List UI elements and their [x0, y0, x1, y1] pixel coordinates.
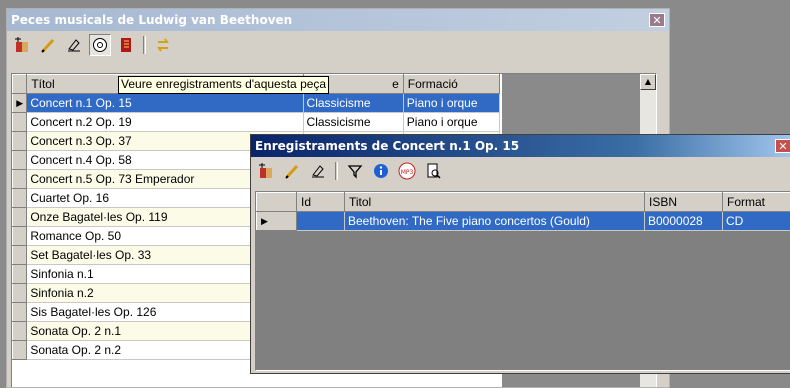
column-header-id[interactable]: Id: [297, 193, 345, 212]
header-indicator: [13, 75, 27, 94]
cell-formation[interactable]: Piano i orque: [403, 94, 499, 113]
preview-icon[interactable]: [422, 160, 444, 182]
recordings-grid[interactable]: Id Titol ISBN Format ▶ Beethoven: The Fi…: [255, 191, 790, 371]
row-indicator-icon: [13, 341, 27, 360]
recordings-header-row: Id Titol ISBN Format: [257, 193, 790, 212]
erase-icon[interactable]: [307, 160, 329, 182]
table-row[interactable]: Concert n.2 Op. 19ClassicismePiano i orq…: [13, 113, 500, 132]
toolbar-separator: [335, 162, 338, 180]
column-header-format[interactable]: Format: [723, 193, 790, 212]
new-icon[interactable]: [11, 34, 33, 56]
row-indicator-icon: ▶: [13, 94, 27, 113]
filter-icon[interactable]: [344, 160, 366, 182]
cell-title[interactable]: Concert n.2 Op. 19: [27, 113, 303, 132]
row-indicator-icon: [13, 132, 27, 151]
recordings-tooltip: Veure enregistraments d'aquesta peça: [118, 76, 329, 94]
recordings-icon[interactable]: [89, 34, 111, 56]
toolbar-separator: [143, 36, 146, 54]
column-header-formation[interactable]: Formació: [403, 75, 499, 94]
table-row[interactable]: ▶Concert n.1 Op. 15ClassicismePiano i or…: [13, 94, 500, 113]
new-icon[interactable]: [255, 160, 277, 182]
recordings-body: ▶ Beethoven: The Five piano concertos (G…: [257, 212, 790, 231]
row-indicator-icon: [13, 246, 27, 265]
main-window-title: Peces musicals de Ludwig van Beethoven: [11, 13, 292, 27]
row-indicator-icon: [13, 322, 27, 341]
scroll-up-icon[interactable]: ▲: [640, 74, 656, 90]
row-indicator-icon: ▶: [257, 212, 297, 231]
row-indicator-icon: [13, 208, 27, 227]
row-indicator-icon: [13, 151, 27, 170]
cell-period[interactable]: Classicisme: [303, 113, 403, 132]
book-icon[interactable]: [115, 34, 137, 56]
recordings-window-title: Enregistraments de Concert n.1 Op. 15: [255, 139, 519, 153]
column-header-titol[interactable]: Titol: [345, 193, 645, 212]
erase-icon[interactable]: [63, 34, 85, 56]
row-indicator-icon: [13, 189, 27, 208]
recordings-window-titlebar[interactable]: Enregistraments de Concert n.1 Op. 15 ✕: [251, 135, 790, 157]
row-indicator-icon: [13, 113, 27, 132]
recordings-table: Id Titol ISBN Format ▶ Beethoven: The Fi…: [256, 192, 790, 231]
recordings-window: Enregistraments de Concert n.1 Op. 15 ✕ …: [250, 134, 790, 374]
row-indicator-icon: [13, 170, 27, 189]
cell-title[interactable]: Concert n.1 Op. 15: [27, 94, 303, 113]
edit-icon[interactable]: [281, 160, 303, 182]
column-header-partial: e: [392, 77, 399, 91]
mp3-label: MP3: [401, 169, 414, 176]
cell-id[interactable]: [297, 212, 345, 231]
recordings-close-icon[interactable]: ✕: [775, 139, 790, 153]
mp3-icon[interactable]: MP3: [396, 160, 418, 182]
row-indicator-icon: [13, 265, 27, 284]
info-icon[interactable]: [370, 160, 392, 182]
cell-period[interactable]: Classicisme: [303, 94, 403, 113]
row-indicator-icon: [13, 303, 27, 322]
header-indicator: [257, 193, 297, 212]
cell-isbn[interactable]: B0000028: [645, 212, 723, 231]
cell-title[interactable]: Beethoven: The Five piano concertos (Gou…: [345, 212, 645, 231]
main-close-icon[interactable]: ✕: [649, 13, 665, 27]
link-icon[interactable]: [152, 34, 174, 56]
row-indicator-icon: [13, 227, 27, 246]
main-toolbar: [7, 31, 669, 59]
table-row[interactable]: ▶ Beethoven: The Five piano concertos (G…: [257, 212, 790, 231]
recordings-toolbar: MP3: [251, 157, 790, 185]
cell-formation[interactable]: Piano i orque: [403, 113, 499, 132]
edit-icon[interactable]: [37, 34, 59, 56]
main-window-titlebar[interactable]: Peces musicals de Ludwig van Beethoven ✕: [7, 9, 669, 31]
column-header-isbn[interactable]: ISBN: [645, 193, 723, 212]
row-indicator-icon: [13, 284, 27, 303]
cell-format[interactable]: CD: [723, 212, 790, 231]
